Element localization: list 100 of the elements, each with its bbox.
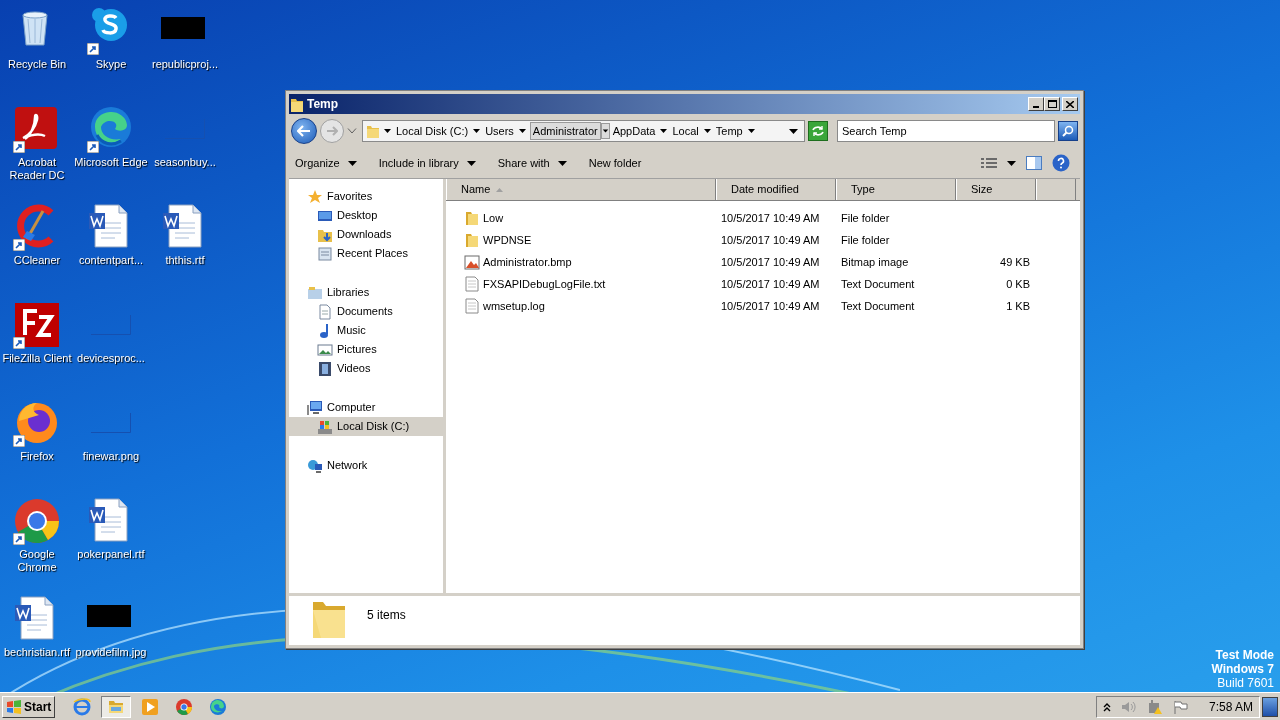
nav-item[interactable]: Network — [289, 456, 443, 475]
table-cell: 49 KB — [1000, 255, 1030, 268]
back-button[interactable] — [291, 118, 317, 144]
caret-icon[interactable] — [384, 129, 391, 133]
show-desktop-button[interactable] — [1262, 696, 1278, 717]
nav-item[interactable]: Favorites — [289, 187, 443, 206]
breadcrumb[interactable]: AppData — [611, 122, 657, 140]
nav-item[interactable]: Downloads — [289, 225, 443, 244]
file-row[interactable]: Administrator.bmp 10/5/2017 10:49 AM Bitmap image 49 KB — [446, 251, 1080, 273]
desktop-icon[interactable]: CCleaner — [0, 202, 74, 300]
file-name: WPDNSE — [483, 232, 532, 248]
column-header[interactable]: Type — [836, 179, 956, 200]
desktop-icon[interactable]: finewar.png — [74, 398, 148, 496]
preview-pane-icon[interactable] — [1026, 156, 1042, 170]
desktop-icon[interactable]: republicproj... — [148, 6, 222, 104]
caret-icon[interactable] — [600, 123, 610, 139]
desktop-icon[interactable]: ththis.rtf — [148, 202, 222, 300]
desktop-icon[interactable]: bechristian.rtf — [0, 594, 74, 692]
search-button[interactable] — [1058, 121, 1078, 141]
table-cell-text: 10/5/2017 10:49 AM — [720, 210, 821, 226]
file-row[interactable]: FXSAPIDebugLogFile.txt 10/5/2017 10:49 AM Text Document 0 KB — [446, 273, 1080, 295]
icon-label: providefilm.jpg — [74, 646, 148, 659]
watermark-text: Windows 7 — [1211, 662, 1274, 676]
chevron-up-icon[interactable] — [1102, 701, 1111, 712]
column-header[interactable]: Name — [446, 179, 716, 200]
folder-icon — [291, 96, 303, 112]
nav-item[interactable]: Libraries — [289, 283, 443, 302]
toolbar-button[interactable]: New folder — [588, 154, 642, 172]
caret-icon[interactable] — [347, 160, 357, 166]
desktop-icon[interactable]: Recycle Bin — [0, 6, 74, 104]
desktop-icon[interactable]: devicesproc... — [74, 300, 148, 398]
caret-icon[interactable] — [473, 129, 481, 133]
breadcrumb[interactable]: Local Disk (C:) — [395, 122, 470, 140]
file-name: FXSAPIDebugLogFile.txt — [483, 276, 606, 292]
nav-item[interactable]: Local Disk (C:) — [289, 417, 443, 436]
folder-icon — [464, 210, 480, 226]
caret-icon[interactable] — [1007, 160, 1016, 166]
history-caret-icon[interactable] — [347, 128, 357, 134]
nav-item[interactable]: Desktop — [289, 206, 443, 225]
nav-item[interactable]: Pictures — [289, 340, 443, 359]
desktop-icon[interactable]: pokerpanel.rtf — [74, 496, 148, 594]
caret-icon[interactable] — [789, 128, 798, 134]
videos-icon — [317, 360, 333, 377]
caret-icon[interactable] — [747, 129, 755, 133]
nav-item[interactable]: Computer — [289, 398, 443, 417]
toolbar-button[interactable]: Include in library — [378, 154, 476, 172]
nav-item[interactable]: Videos — [289, 359, 443, 378]
search-field[interactable]: Search Temp — [837, 120, 1055, 142]
table-cell-text: Text Document — [840, 298, 916, 314]
toolbar-button[interactable]: Share with — [497, 154, 567, 172]
libraries-icon — [307, 284, 323, 301]
refresh-button[interactable] — [808, 121, 828, 141]
breadcrumb[interactable]: Administrator — [529, 121, 601, 141]
file-row[interactable]: WPDNSE 10/5/2017 10:49 AM File folder — [446, 229, 1080, 251]
column-header[interactable]: Date modified — [716, 179, 836, 200]
desktop-icon[interactable]: contentpart... — [74, 202, 148, 300]
caret-icon[interactable] — [518, 129, 526, 133]
nav-item[interactable]: Recent Places — [289, 244, 443, 263]
desktop-icon[interactable]: Firefox — [0, 398, 74, 496]
clock[interactable]: 7:58 AM — [1208, 697, 1253, 716]
desktop-icon[interactable]: Microsoft Edge — [74, 104, 148, 202]
maximize-button[interactable] — [1044, 97, 1060, 111]
minimize-button[interactable] — [1028, 97, 1044, 111]
refresh-icon — [811, 125, 825, 137]
file-row[interactable]: Low 10/5/2017 10:49 AM File folder — [446, 207, 1080, 229]
desktop-icon[interactable]: Acrobat Reader DC — [0, 104, 74, 202]
help-icon[interactable] — [1052, 154, 1070, 172]
breadcrumb[interactable]: Local — [671, 122, 700, 140]
icon-label: CCleaner — [12, 254, 62, 267]
windows-logo-icon — [6, 699, 22, 714]
flag-icon[interactable] — [1172, 699, 1189, 714]
toolbar-button[interactable]: Organize — [295, 154, 357, 172]
file-name: wmsetup.log — [483, 298, 545, 314]
address-bar[interactable]: Local Disk (C:) Users Administrator AppData Local Temp — [362, 120, 805, 142]
caret-icon[interactable] — [557, 160, 567, 166]
breadcrumb[interactable]: Temp — [714, 122, 744, 140]
start-button[interactable]: Start — [2, 695, 56, 718]
view-list-icon[interactable] — [981, 157, 997, 169]
explorer-taskbar-button[interactable] — [101, 695, 132, 718]
close-button[interactable] — [1062, 97, 1078, 111]
table-cell-text: 10/5/2017 10:49 AM — [720, 254, 821, 270]
icon-label: Google Chrome — [16, 548, 58, 574]
caret-icon[interactable] — [703, 129, 711, 133]
column-header[interactable]: Size — [956, 179, 1036, 200]
file-row[interactable]: wmsetup.log 10/5/2017 10:49 AM Text Document 1 KB — [446, 295, 1080, 317]
caret-icon[interactable] — [466, 160, 476, 166]
table-cell-text: 10/5/2017 10:49 AM — [720, 232, 821, 248]
nav-item[interactable]: Music — [289, 321, 443, 340]
desktop-icon[interactable]: seasonbuy... — [148, 104, 222, 202]
table-cell: 0 KB — [1006, 277, 1030, 290]
desktop-icon[interactable]: Google Chrome — [0, 496, 74, 594]
desktop-icon[interactable]: Skype — [74, 6, 148, 104]
nav-item[interactable]: Documents — [289, 302, 443, 321]
chrome-icon — [13, 497, 61, 545]
folder-icon — [464, 232, 480, 248]
breadcrumb[interactable]: Users — [484, 122, 515, 140]
icon-label: seasonbuy... — [153, 156, 217, 169]
desktop-icon[interactable]: FileZilla Client — [0, 300, 74, 398]
caret-icon[interactable] — [660, 129, 668, 133]
desktop-icon[interactable]: providefilm.jpg — [74, 594, 148, 692]
